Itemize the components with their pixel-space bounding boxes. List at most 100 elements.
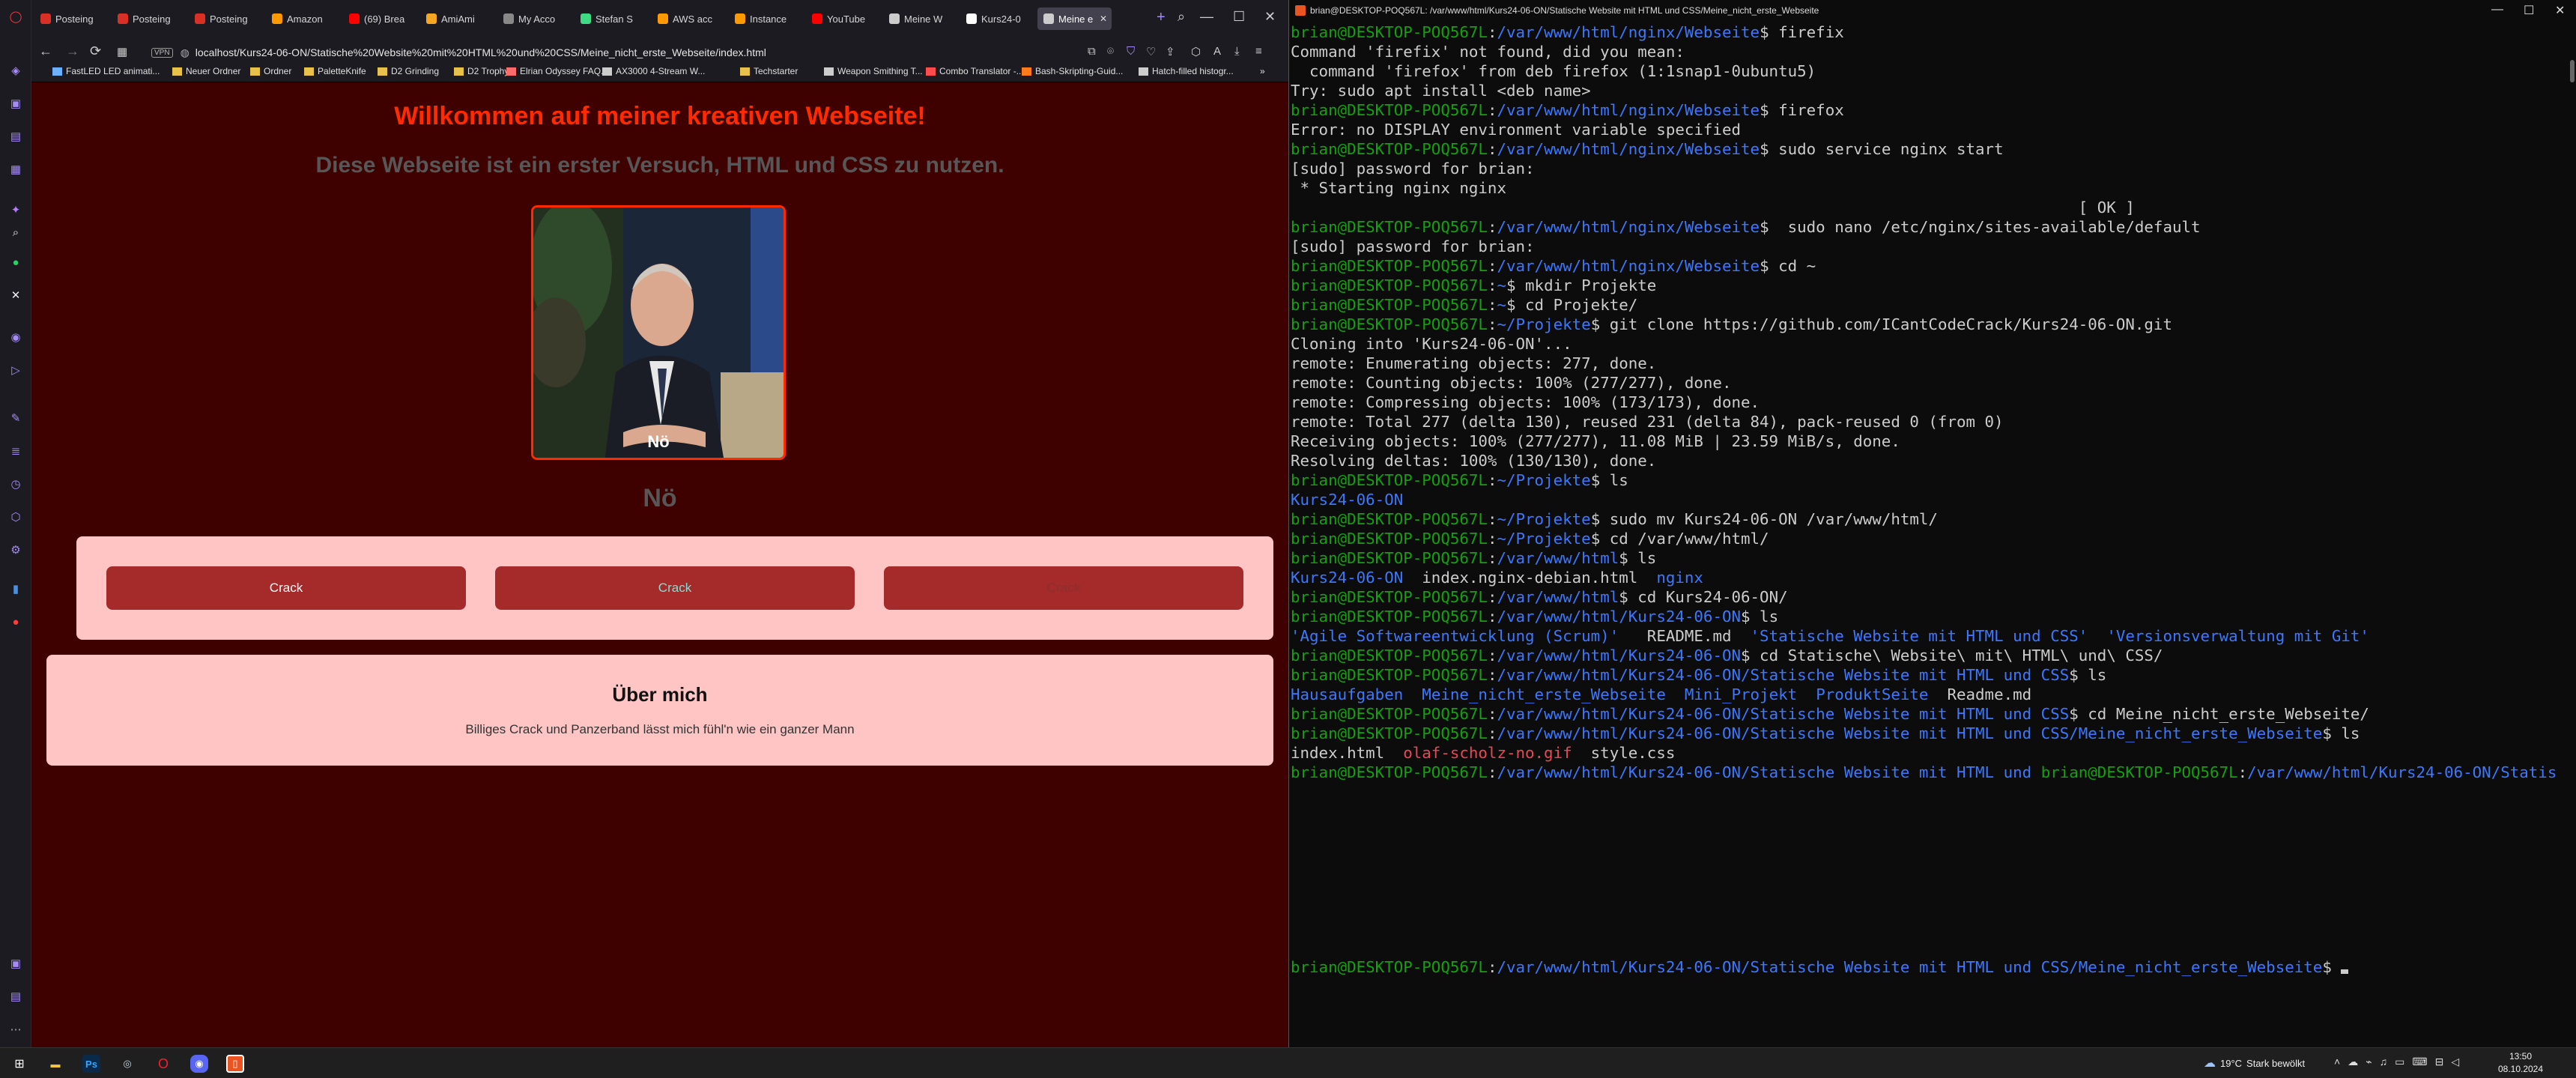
sidebar-bookmarks-icon[interactable]: ▤ bbox=[8, 129, 23, 144]
snapshot-icon[interactable]: ⧉ bbox=[1088, 45, 1096, 58]
tab-7[interactable]: Stefan S bbox=[575, 7, 649, 30]
steam-icon[interactable]: ◎ bbox=[118, 1055, 136, 1073]
system-tray[interactable]: ˄☁⌁♫▭⌨⊟◁ bbox=[2334, 1056, 2467, 1068]
sidebar-workspace-icon[interactable]: ▣ bbox=[8, 96, 23, 111]
weather-widget[interactable]: ☁ 19°C Stark bewölkt bbox=[2204, 1056, 2305, 1071]
sidebar-clock-icon[interactable]: ◷ bbox=[8, 476, 23, 491]
bookmark-item[interactable]: Hatch-filled histogr... bbox=[1139, 66, 1234, 76]
bookmark-item[interactable]: AX3000 4-Stream W... bbox=[602, 66, 705, 76]
forward-icon[interactable]: → bbox=[66, 43, 79, 59]
ubuntu-terminal-icon[interactable]: ▯ bbox=[226, 1055, 244, 1073]
tab-12[interactable]: Kurs24-0 bbox=[960, 7, 1034, 30]
tab-6[interactable]: My Acco bbox=[497, 7, 572, 30]
tab-3[interactable]: Amazon bbox=[266, 7, 340, 30]
tray-keyboard-icon[interactable]: ⌨ bbox=[2412, 1056, 2434, 1068]
maximize-icon[interactable]: ☐ bbox=[2524, 3, 2534, 18]
easy-setup-icon[interactable]: ≡ bbox=[1255, 45, 1262, 58]
sidebar-extensions-icon[interactable]: ⬡ bbox=[8, 509, 23, 524]
crack-button-1[interactable]: Crack bbox=[106, 566, 466, 610]
bookmark-item[interactable]: PaletteKnife bbox=[304, 66, 366, 76]
bookmark-item[interactable]: D2 Trophy bbox=[454, 66, 509, 76]
tray-chevron-icon[interactable]: ˄ bbox=[2334, 1056, 2348, 1068]
bookmark-item[interactable]: Neuer Ordner bbox=[172, 66, 240, 76]
address-bar[interactable]: VPN ◍ localhost/Kurs24-06-ON/Statische%2… bbox=[151, 42, 1110, 63]
windows-start-icon[interactable]: ⊞ bbox=[10, 1055, 28, 1073]
tab-13[interactable]: Meine e ✕ bbox=[1037, 7, 1112, 30]
reload-icon[interactable]: ⟳ bbox=[90, 43, 101, 59]
sidebar-record-icon[interactable]: ● bbox=[8, 614, 23, 629]
tab-5[interactable]: AmiAmi bbox=[420, 7, 494, 30]
maximize-icon[interactable]: ☐ bbox=[1233, 9, 1245, 25]
tray-network-icon[interactable]: ⊟ bbox=[2435, 1056, 2452, 1068]
bookmark-item[interactable]: Bash-Skripting-Guid... bbox=[1022, 66, 1123, 76]
sidebar-pinboard-icon[interactable]: ✎ bbox=[8, 411, 23, 426]
sidebar-app-icon[interactable]: ▮ bbox=[8, 581, 23, 596]
bookmark-item[interactable]: D2 Grinding bbox=[378, 66, 439, 76]
tab-4[interactable]: (69) Brea bbox=[343, 7, 417, 30]
vpn-badge[interactable]: VPN bbox=[151, 47, 173, 58]
tab-9[interactable]: Instance bbox=[729, 7, 803, 30]
sidebar-ai-icon[interactable]: ✦ bbox=[8, 202, 23, 217]
tray-cloud-icon[interactable]: ☁ bbox=[2348, 1056, 2366, 1068]
sidebar-player-icon[interactable]: ▷ bbox=[8, 363, 23, 378]
site-info-icon[interactable]: ◍ bbox=[181, 46, 190, 59]
more-bookmarks-button[interactable]: » bbox=[1260, 66, 1265, 76]
file-explorer-icon[interactable]: ▬ bbox=[46, 1055, 64, 1073]
close-icon[interactable]: ✕ bbox=[2555, 3, 2565, 18]
terminal-output[interactable]: brian@DESKTOP-POQ567L:/var/www/html/ngin… bbox=[1291, 22, 2557, 1041]
photoshop-icon[interactable]: Ps bbox=[82, 1055, 100, 1073]
tab-close-icon[interactable]: ✕ bbox=[1100, 13, 1107, 24]
sidebar-game-icon[interactable]: ▣ bbox=[8, 956, 23, 971]
sidebar-settings-icon[interactable]: ⚙ bbox=[8, 542, 23, 557]
discord-icon[interactable]: ◉ bbox=[190, 1055, 208, 1073]
new-tab-button[interactable]: + bbox=[1157, 9, 1166, 26]
sidebar-history-icon[interactable]: ≣ bbox=[8, 443, 23, 458]
camera-icon[interactable]: ⌾ bbox=[1107, 45, 1114, 58]
sidebar-more-icon[interactable]: ⋯ bbox=[8, 1022, 23, 1037]
opera-logo-icon[interactable]: ◯ bbox=[8, 9, 23, 24]
back-icon[interactable]: ← bbox=[39, 43, 52, 59]
download-icon[interactable]: ⤓ bbox=[1234, 45, 1240, 58]
speed-dial-icon[interactable]: ▦ bbox=[117, 45, 127, 58]
whatsapp-icon[interactable]: ● bbox=[8, 255, 23, 270]
tab-10[interactable]: YouTube bbox=[806, 7, 880, 30]
tray-volume-icon[interactable]: ◁ bbox=[2451, 1056, 2467, 1068]
tray-battery-icon[interactable]: ▭ bbox=[2395, 1056, 2412, 1068]
tab-1[interactable]: Posteing bbox=[112, 7, 186, 30]
bookmark-item[interactable]: Ordner bbox=[250, 66, 291, 76]
tab-0[interactable]: Posteing bbox=[34, 7, 109, 30]
tab-11[interactable]: Meine W bbox=[883, 7, 957, 30]
sidebar-flow-icon[interactable]: ▦ bbox=[8, 162, 23, 177]
tab-search-icon[interactable]: ⌕ bbox=[1178, 9, 1185, 25]
bookmark-item[interactable]: FastLED LED animati... bbox=[52, 66, 160, 76]
minimize-icon[interactable]: — bbox=[2491, 3, 2503, 16]
tray-mic-icon[interactable]: ♫ bbox=[2380, 1056, 2395, 1068]
bookmark-item[interactable]: Weapon Smithing T... bbox=[824, 66, 923, 76]
tab-2[interactable]: Posteing bbox=[189, 7, 263, 30]
opera-gx-icon[interactable]: O bbox=[154, 1055, 172, 1073]
sidebar-aria-icon[interactable]: ◈ bbox=[8, 63, 23, 78]
heart-icon[interactable]: ♡ bbox=[1146, 45, 1156, 58]
sidebar-media-icon[interactable]: ▤ bbox=[8, 989, 23, 1004]
crack-button-3[interactable]: Crack bbox=[884, 566, 1243, 610]
shield-icon[interactable]: ⛉ bbox=[1127, 45, 1135, 58]
aria-icon[interactable]: A bbox=[1213, 45, 1221, 58]
minimize-icon[interactable]: — bbox=[1200, 9, 1213, 25]
bookmark-item[interactable]: Combo Translator -... bbox=[926, 66, 1024, 76]
tab-8[interactable]: AWS acc bbox=[652, 7, 726, 30]
clock[interactable]: 13:50 08.10.2024 bbox=[2494, 1050, 2547, 1076]
tray-usb-icon[interactable]: ⌁ bbox=[2366, 1056, 2379, 1068]
share-icon[interactable]: ⇪ bbox=[1166, 45, 1175, 58]
crack-button-2[interactable]: Crack bbox=[495, 566, 855, 610]
bookmark-item[interactable]: Techstarter bbox=[740, 66, 798, 76]
url-text[interactable]: localhost/Kurs24-06-ON/Statische%20Websi… bbox=[196, 46, 766, 58]
terminal-scrollbar[interactable] bbox=[2570, 60, 2575, 82]
close-icon[interactable]: ✕ bbox=[1264, 9, 1276, 25]
bookmark-item[interactable]: Elrian Odyssey FAQ... bbox=[506, 66, 608, 76]
x-twitter-icon[interactable]: ✕ bbox=[8, 288, 23, 303]
extensions-icon[interactable]: ⬡ bbox=[1191, 45, 1201, 58]
sidebar-music-icon[interactable]: ◉ bbox=[8, 330, 23, 345]
terminal-text-segment: brian@DESKTOP-POQ567L bbox=[1291, 588, 1488, 606]
sidebar-search-icon[interactable]: ⌕ bbox=[8, 225, 23, 240]
